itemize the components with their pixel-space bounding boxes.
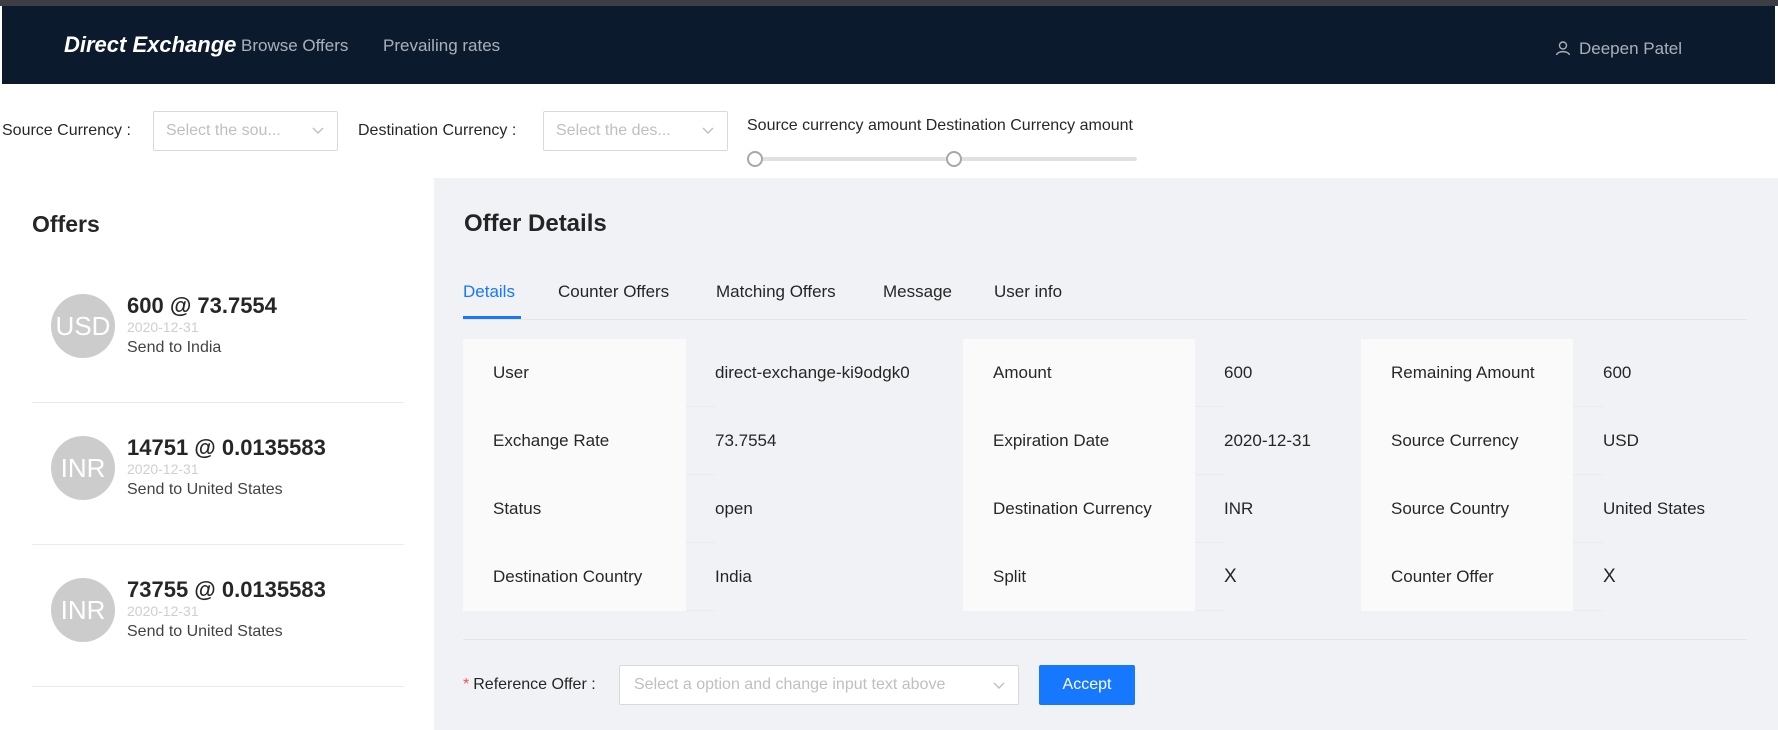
offer-details-title: Offer Details (464, 210, 607, 237)
label-remaining-amount: Remaining Amount (1361, 339, 1573, 407)
user-icon (1555, 36, 1571, 61)
offer-list-item[interactable]: INR 73755 @ 0.0135583 2020-12-31 Send to… (32, 545, 404, 687)
label-amount: Amount (963, 339, 1195, 407)
tab-details[interactable]: Details (463, 282, 515, 302)
details-row: Status open Destination Currency INR Sou… (463, 475, 1747, 543)
nav-browse-offers[interactable]: Browse Offers (241, 36, 348, 56)
source-currency-select[interactable]: Select the sou... (153, 111, 338, 151)
value-status: open (715, 475, 963, 543)
reference-offer-label: * Reference Offer : (463, 676, 596, 693)
offer-description: Send to United States (127, 623, 283, 640)
destination-currency-label: Destination Currency : (358, 122, 517, 139)
nav-prevailing-rates[interactable]: Prevailing rates (383, 36, 500, 56)
value-split: X (1224, 543, 1361, 611)
value-counter-offer: X (1603, 543, 1747, 611)
currency-avatar: INR (51, 578, 115, 642)
value-amount: 600 (1224, 339, 1361, 407)
chevron-down-icon (312, 127, 324, 134)
source-currency-placeholder: Select the sou... (166, 122, 281, 139)
accept-button[interactable]: Accept (1039, 665, 1135, 705)
offer-date: 2020-12-31 (127, 603, 199, 619)
destination-currency-select[interactable]: Select the des... (543, 111, 728, 151)
label-expiration-date: Expiration Date (963, 407, 1195, 475)
reference-offer-placeholder: Select a option and change input text ab… (634, 676, 946, 693)
label-source-currency: Source Currency (1361, 407, 1573, 475)
tab-counter-offers[interactable]: Counter Offers (558, 282, 669, 302)
destination-currency-placeholder: Select the des... (556, 122, 671, 139)
label-user: User (463, 339, 686, 407)
active-tab-indicator (463, 316, 521, 319)
amount-slider-label: Source currency amount Destination Curre… (747, 117, 1133, 134)
offer-list-item[interactable]: INR 14751 @ 0.0135583 2020-12-31 Send to… (32, 403, 404, 545)
details-row: Exchange Rate 73.7554 Expiration Date 20… (463, 407, 1747, 475)
label-split: Split (963, 543, 1195, 611)
label-status: Status (463, 475, 686, 543)
label-exchange-rate: Exchange Rate (463, 407, 686, 475)
tabs-divider (463, 319, 1747, 320)
brand-logo[interactable]: Direct Exchange (64, 32, 236, 58)
chevron-down-icon (993, 682, 1005, 689)
user-name: Deepen Patel (1579, 38, 1683, 58)
offer-list-item[interactable]: USD 600 @ 73.7554 2020-12-31 Send to Ind… (32, 261, 404, 403)
tab-message[interactable]: Message (883, 282, 952, 302)
currency-avatar: INR (51, 436, 115, 500)
label-counter-offer: Counter Offer (1361, 543, 1573, 611)
value-source-currency: USD (1603, 407, 1747, 475)
value-destination-currency: INR (1224, 475, 1361, 543)
offer-description: Send to India (127, 339, 222, 356)
value-remaining-amount: 600 (1603, 339, 1747, 407)
offers-title: Offers (32, 211, 100, 237)
offer-title: 14751 @ 0.0135583 (127, 435, 326, 460)
tab-matching-offers[interactable]: Matching Offers (716, 282, 836, 302)
offer-date: 2020-12-31 (127, 461, 199, 477)
tab-user-info[interactable]: User info (994, 282, 1062, 302)
source-amount-slider-handle[interactable] (747, 151, 763, 167)
label-destination-currency: Destination Currency (963, 475, 1195, 543)
value-user: direct-exchange-ki9odgk0 (715, 339, 963, 407)
label-source-country: Source Country (1361, 475, 1573, 543)
form-divider (463, 639, 1747, 640)
source-currency-label: Source Currency : (2, 122, 131, 139)
offer-description: Send to United States (127, 481, 283, 498)
destination-amount-slider-handle[interactable] (946, 151, 962, 167)
top-nav-bar: Direct Exchange Browse Offers Prevailing… (2, 6, 1775, 84)
page: Direct Exchange Browse Offers Prevailing… (0, 0, 1778, 730)
details-row: Destination Country India Split X Counte… (463, 543, 1747, 611)
user-menu[interactable]: Deepen Patel (1555, 36, 1682, 61)
value-source-country: United States (1603, 475, 1747, 543)
reference-offer-select[interactable]: Select a option and change input text ab… (619, 665, 1019, 705)
chevron-down-icon (702, 127, 714, 134)
offer-title: 73755 @ 0.0135583 (127, 577, 326, 602)
offer-title: 600 @ 73.7554 (127, 293, 277, 318)
required-mark: * (463, 676, 470, 693)
value-destination-country: India (715, 543, 963, 611)
value-exchange-rate: 73.7554 (715, 407, 963, 475)
currency-avatar: USD (51, 294, 115, 358)
details-row: User direct-exchange-ki9odgk0 Amount 600… (463, 339, 1747, 407)
label-destination-country: Destination Country (463, 543, 686, 611)
value-expiration-date: 2020-12-31 (1224, 407, 1361, 475)
offer-date: 2020-12-31 (127, 319, 199, 335)
